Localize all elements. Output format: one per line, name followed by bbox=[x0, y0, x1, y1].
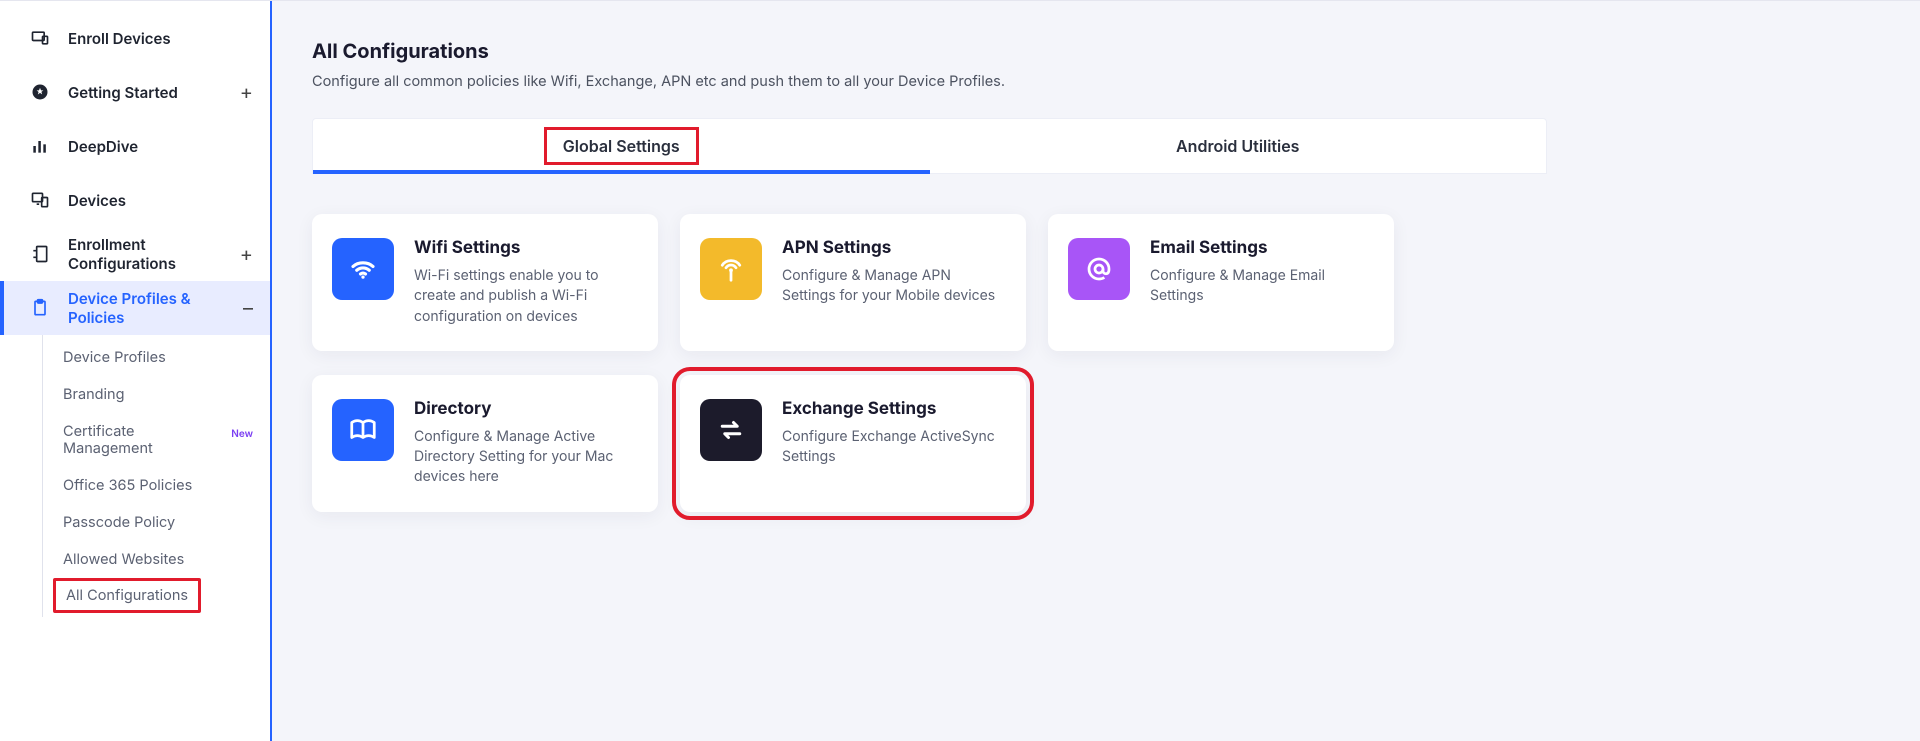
card-title: Exchange Settings bbox=[782, 399, 1006, 419]
sidebar-sublist: Device Profiles Branding Certificate Man… bbox=[42, 335, 271, 617]
antenna-icon bbox=[700, 238, 762, 300]
card-title: Wifi Settings bbox=[414, 238, 638, 258]
expand-icon: + bbox=[240, 82, 253, 102]
page-title: All Configurations bbox=[312, 39, 1900, 63]
star-icon bbox=[30, 82, 50, 102]
tabs: Global Settings Android Utilities bbox=[312, 118, 1547, 174]
sidebar-item-label: Devices bbox=[68, 191, 126, 210]
card-desc: Configure & Manage APN Settings for your… bbox=[782, 266, 1006, 307]
sidebar-item-label: Getting Started bbox=[68, 83, 178, 102]
sidebar-sub-office-365-policies[interactable]: Office 365 Policies bbox=[43, 467, 271, 504]
book-icon bbox=[332, 399, 394, 461]
card-title: APN Settings bbox=[782, 238, 1006, 258]
sidebar-sub-label: Device Profiles bbox=[63, 349, 166, 366]
sidebar-sub-allowed-websites[interactable]: Allowed Websites bbox=[43, 541, 271, 578]
tab-label: Global Settings bbox=[544, 127, 699, 165]
card-title: Email Settings bbox=[1150, 238, 1374, 258]
card-desc: Wi-Fi settings enable you to create and … bbox=[414, 266, 638, 327]
sidebar-item-deepdive[interactable]: DeepDive bbox=[0, 119, 271, 173]
collapse-icon: – bbox=[243, 298, 253, 318]
sidebar-sub-label: All Configurations bbox=[66, 587, 188, 604]
sidebar-item-label: Enrollment Configurations bbox=[68, 235, 204, 273]
enroll-devices-icon bbox=[30, 28, 50, 48]
clipboard-icon bbox=[30, 298, 50, 318]
sidebar-item-enroll-devices[interactable]: Enroll Devices bbox=[0, 11, 271, 65]
tab-global-settings[interactable]: Global Settings bbox=[313, 119, 930, 173]
card-desc: Configure Exchange ActiveSync Settings bbox=[782, 427, 1006, 468]
sidebar-sub-all-configurations[interactable]: All Configurations bbox=[53, 578, 201, 613]
sidebar-item-label: Enroll Devices bbox=[68, 29, 171, 48]
at-sign-icon bbox=[1068, 238, 1130, 300]
card-title: Directory bbox=[414, 399, 638, 419]
new-badge: New bbox=[231, 428, 253, 440]
sidebar-item-enrollment-configurations[interactable]: Enrollment Configurations + bbox=[0, 227, 271, 281]
sidebar-item-device-profiles-policies[interactable]: Device Profiles & Policies – bbox=[0, 281, 271, 335]
card-email-settings[interactable]: Email Settings Configure & Manage Email … bbox=[1048, 214, 1394, 351]
card-directory[interactable]: Directory Configure & Manage Active Dire… bbox=[312, 375, 658, 512]
tab-android-utilities[interactable]: Android Utilities bbox=[930, 119, 1547, 173]
sidebar-sub-passcode-policy[interactable]: Passcode Policy bbox=[43, 504, 271, 541]
enrollment-config-icon bbox=[30, 244, 50, 264]
wifi-icon bbox=[332, 238, 394, 300]
exchange-icon bbox=[700, 399, 762, 461]
sidebar: Enroll Devices Getting Started + DeepDiv… bbox=[0, 1, 272, 741]
sidebar-sub-certificate-management[interactable]: Certificate Management New bbox=[43, 413, 271, 467]
cards-grid: Wifi Settings Wi-Fi settings enable you … bbox=[312, 214, 1412, 512]
sidebar-sub-label: Allowed Websites bbox=[63, 551, 184, 568]
bar-chart-icon bbox=[30, 136, 50, 156]
sidebar-sub-label: Office 365 Policies bbox=[63, 477, 192, 494]
sidebar-item-getting-started[interactable]: Getting Started + bbox=[0, 65, 271, 119]
card-apn-settings[interactable]: APN Settings Configure & Manage APN Sett… bbox=[680, 214, 1026, 351]
devices-icon bbox=[30, 190, 50, 210]
sidebar-sub-label: Branding bbox=[63, 386, 125, 403]
sidebar-sub-label: Certificate Management bbox=[63, 423, 223, 457]
sidebar-item-label: DeepDive bbox=[68, 137, 138, 156]
sidebar-item-label: Device Profiles & Policies bbox=[68, 289, 207, 327]
card-wifi-settings[interactable]: Wifi Settings Wi-Fi settings enable you … bbox=[312, 214, 658, 351]
card-exchange-settings[interactable]: Exchange Settings Configure Exchange Act… bbox=[680, 375, 1026, 512]
sidebar-sub-label: Passcode Policy bbox=[63, 514, 175, 531]
main-content: All Configurations Configure all common … bbox=[272, 1, 1920, 741]
page-subtitle: Configure all common policies like Wifi,… bbox=[312, 73, 1900, 90]
card-desc: Configure & Manage Email Settings bbox=[1150, 266, 1374, 307]
expand-icon: + bbox=[240, 244, 253, 264]
tab-label: Android Utilities bbox=[1176, 136, 1299, 156]
sidebar-sub-branding[interactable]: Branding bbox=[43, 376, 271, 413]
sidebar-sub-device-profiles[interactable]: Device Profiles bbox=[43, 339, 271, 376]
card-desc: Configure & Manage Active Directory Sett… bbox=[414, 427, 638, 488]
sidebar-item-devices[interactable]: Devices bbox=[0, 173, 271, 227]
